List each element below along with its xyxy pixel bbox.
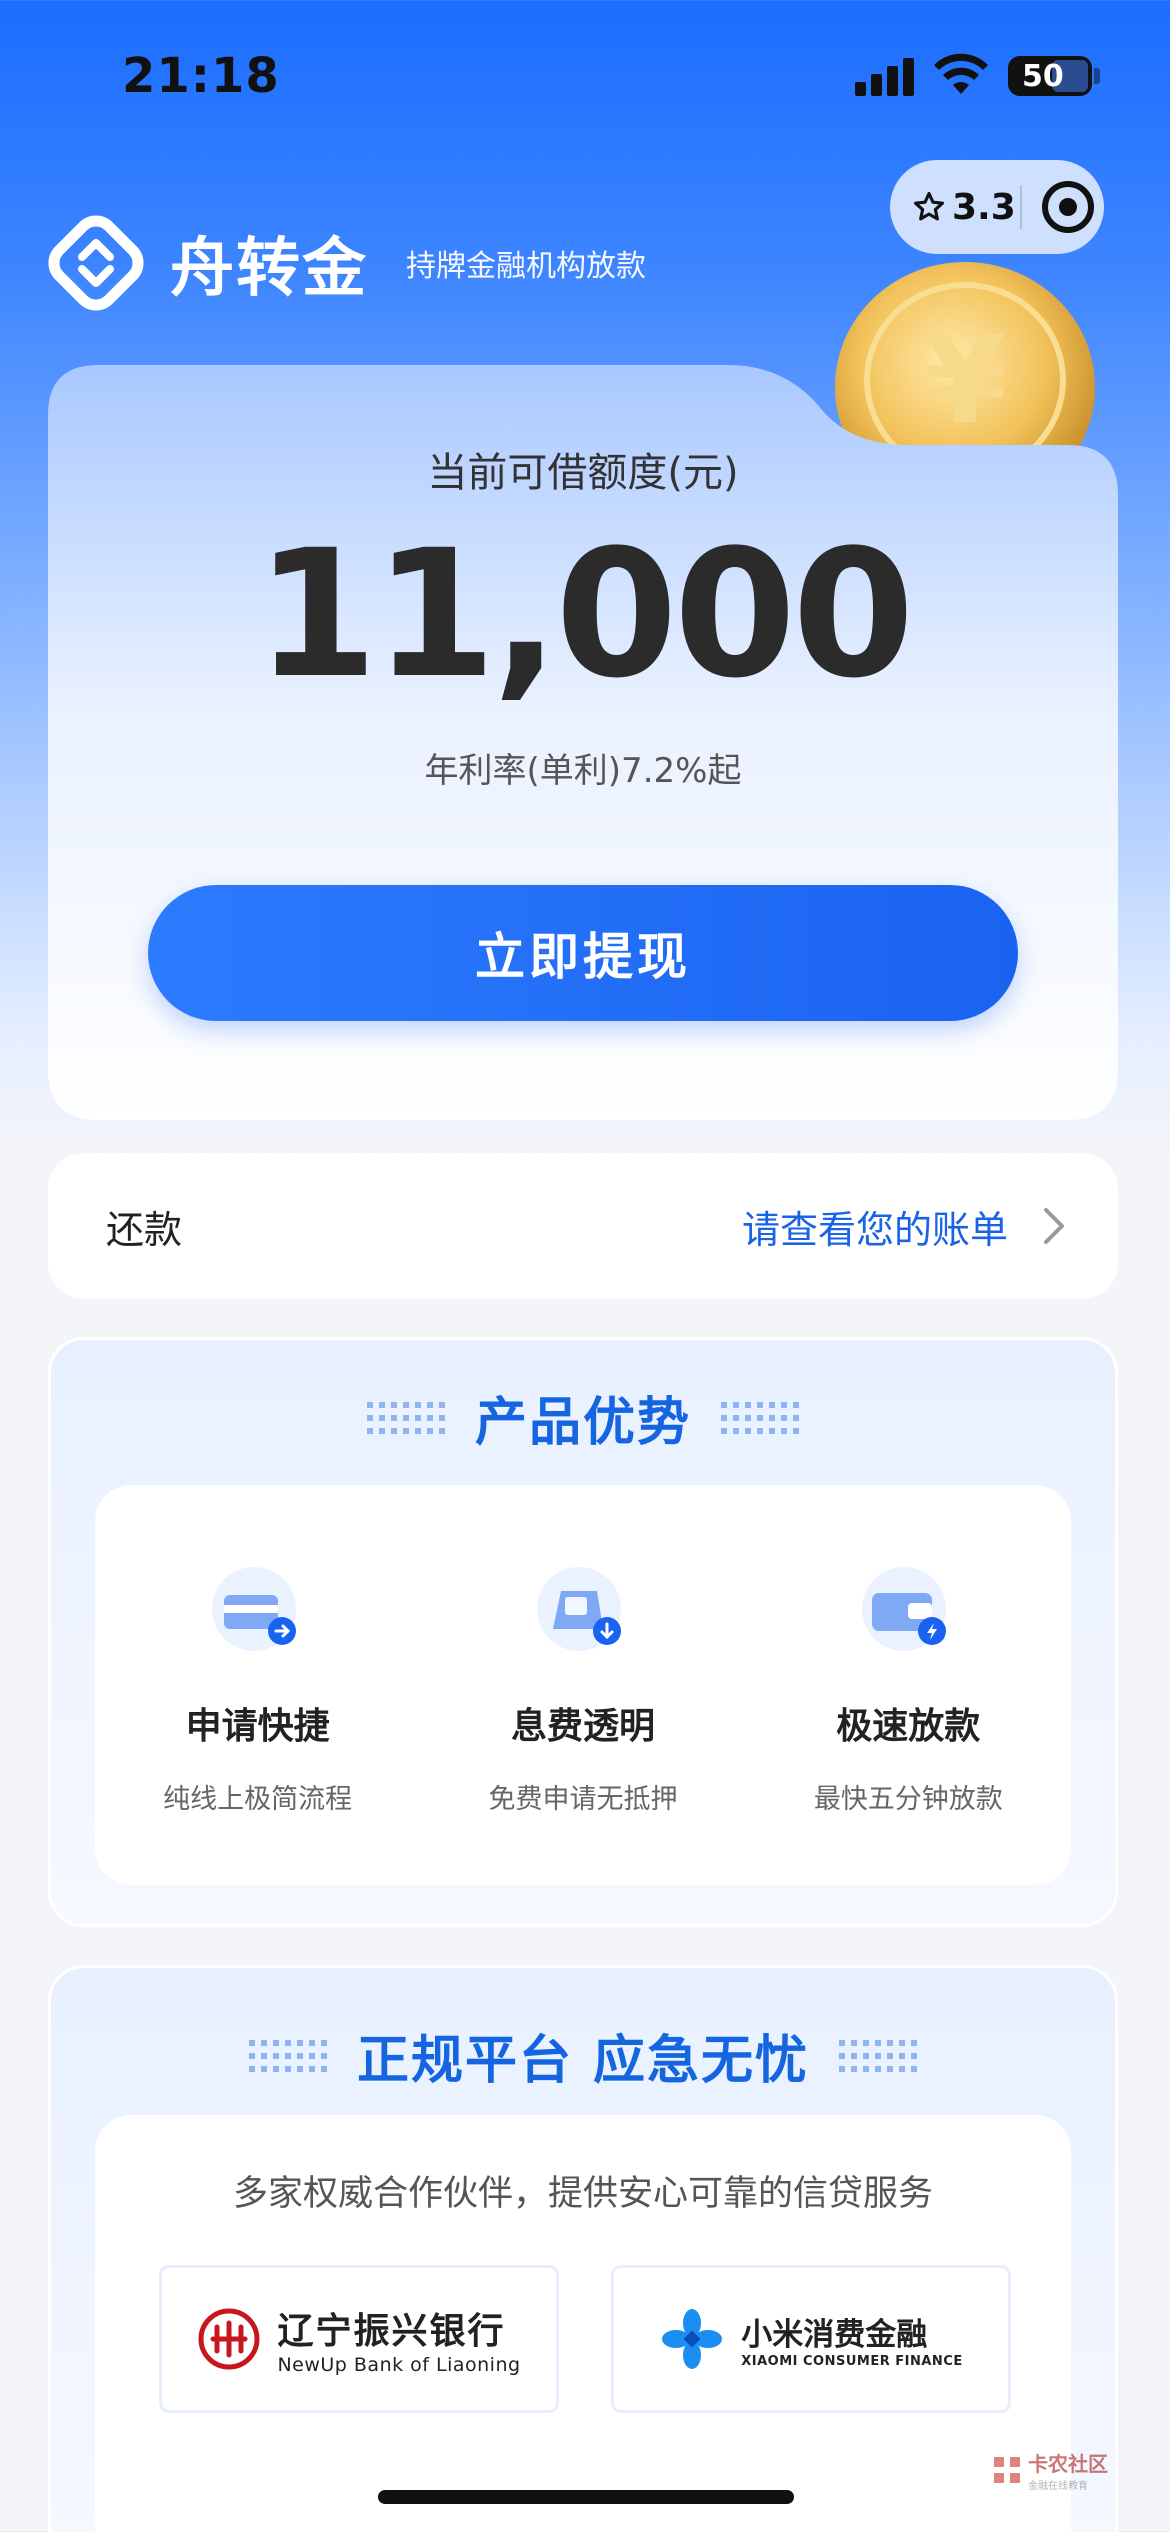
wallet-lightning-icon: [862, 1567, 947, 1651]
partner-name-cn: 辽宁振兴银行: [277, 2311, 506, 2352]
dots-decoration-right: [721, 1401, 799, 1434]
credit-limit-card: 当前可借额度(元) 11,000 年利率(单利)7.2%起 立即提现: [48, 365, 1118, 1120]
partners-panel: 多家权威合作伙伴，提供安心可靠的信贷服务 辽宁振兴银行 NewUp Bank o…: [95, 2115, 1071, 2532]
xiaomi-finance-logo-icon: [662, 2309, 723, 2369]
rating-button[interactable]: 3.3: [890, 187, 1020, 228]
feature-desc: 纯线上极简流程: [163, 1784, 353, 1815]
watermark-logo-icon: [994, 2457, 1020, 2483]
partner-card-liaoning-bank: 辽宁振兴银行 NewUp Bank of Liaoning: [159, 2265, 559, 2413]
dots-decoration-left: [248, 2039, 327, 2072]
partner-name-cn: 小米消费金融: [741, 2317, 928, 2353]
withdraw-button[interactable]: 立即提现: [148, 885, 1018, 1021]
liaoning-bank-logo-icon: [198, 2308, 260, 2370]
feature-title: 极速放款: [836, 1706, 981, 1747]
credit-limit-label: 当前可借额度(元): [427, 450, 739, 496]
advantages-panel: 申请快捷 纯线上极简流程 息费透明 免费申请无抵押 极速放款 最快五分钟放款: [95, 1485, 1071, 1885]
feature-title: 申请快捷: [185, 1706, 330, 1747]
battery-level: 50: [1022, 58, 1064, 94]
feature-desc: 最快五分钟放款: [813, 1784, 1003, 1815]
feature-desc: 免费申请无抵押: [488, 1784, 678, 1815]
transparent-fee-icon: [536, 1567, 621, 1651]
chevron-right-icon: [1044, 1208, 1064, 1244]
platform-title: 正规平台 应急无忧: [356, 2031, 810, 2091]
repay-label: 还款: [106, 1207, 183, 1252]
status-time: 21:18: [122, 48, 280, 104]
interest-rate-text: 年利率(单利)7.2%起: [424, 751, 742, 791]
miniapp-capsule: 3.3: [890, 160, 1104, 254]
watermark-main: 卡农社区: [1028, 2452, 1108, 2476]
battery-icon: 50: [1008, 56, 1092, 96]
status-bar: 21:18 50: [0, 0, 1170, 150]
dots-decoration-left: [366, 1401, 445, 1434]
star-icon: [913, 191, 945, 221]
close-miniapp-icon[interactable]: [1042, 181, 1094, 233]
partner-card-xiaomi-finance: 小米消费金融 XIAOMI CONSUMER FINANCE: [611, 2265, 1011, 2413]
signal-icon: [855, 58, 915, 96]
watermark: 卡农社区 金融在线教育: [990, 2448, 1108, 2492]
feature-fast-loan: 极速放款 最快五分钟放款: [758, 1565, 1058, 1816]
product-advantages-section: 产品优势 申请快捷 纯线上极简流程 息费透明 免费申请无抵押 极速放款 最快五分…: [48, 1337, 1118, 1927]
partner-name-en: NewUp Bank of Liaoning: [277, 2354, 521, 2376]
feature-fast-apply: 申请快捷 纯线上极简流程: [108, 1565, 408, 1816]
credit-limit-amount: 11,000: [255, 512, 914, 717]
watermark-sub: 金融在线教育: [1028, 2481, 1088, 2492]
home-indicator[interactable]: [378, 2490, 794, 2504]
view-bill-link[interactable]: 请查看您的账单: [742, 1199, 1008, 1254]
feature-title: 息费透明: [510, 1706, 655, 1747]
wifi-icon: [934, 53, 988, 94]
partner-name-en: XIAOMI CONSUMER FINANCE: [741, 2354, 963, 2369]
rating-value: 3.3: [952, 186, 1016, 228]
brand-header: 舟转金 持牌金融机构放款: [46, 213, 646, 313]
repay-row[interactable]: 还款 请查看您的账单: [48, 1153, 1118, 1299]
brand-logo-icon: [48, 215, 144, 311]
card-arrow-icon: [211, 1567, 296, 1651]
regulated-platform-section: 正规平台 应急无忧 多家权威合作伙伴，提供安心可靠的信贷服务 辽宁振兴银行 Ne…: [48, 1965, 1118, 2532]
dots-decoration-right: [839, 2039, 918, 2072]
brand-name: 舟转金: [170, 232, 368, 306]
advantages-title: 产品优势: [474, 1393, 691, 1453]
partners-description: 多家权威合作伙伴，提供安心可靠的信贷服务: [232, 2174, 933, 2214]
feature-transparent-fee: 息费透明 免费申请无抵押: [433, 1565, 733, 1816]
brand-subtitle: 持牌金融机构放款: [406, 249, 646, 284]
